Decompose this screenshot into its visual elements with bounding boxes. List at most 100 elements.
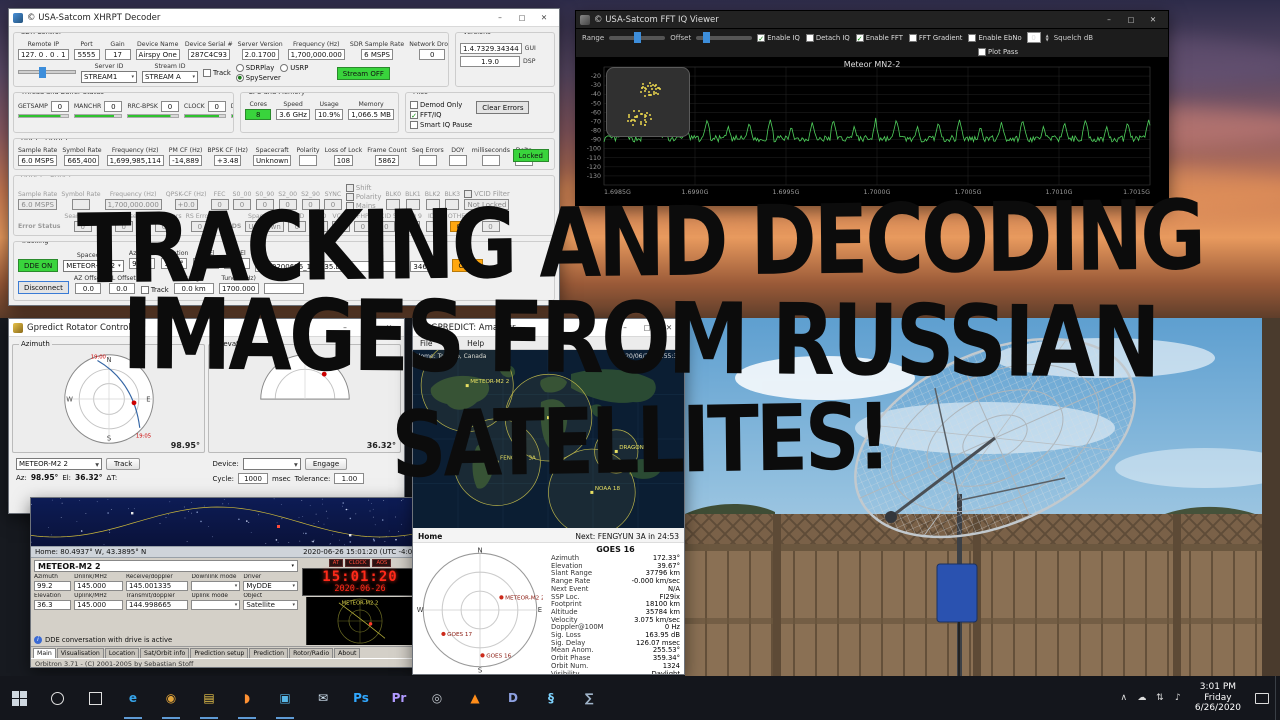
polar-satellite-marker[interactable] [441, 631, 446, 637]
field-value[interactable]: 287C4C93 [187, 49, 230, 60]
satellite-marker[interactable] [465, 384, 469, 388]
field-value[interactable]: 127. 0 . 0 . 1 [18, 49, 69, 60]
engage-button[interactable]: Engage [304, 458, 348, 470]
field-value[interactable]: 0 [419, 49, 446, 60]
orbitron-tab[interactable]: Main [33, 648, 56, 658]
close-button[interactable]: ✕ [378, 320, 400, 336]
el-offset-input[interactable]: 0.0 [108, 283, 135, 294]
dde-button[interactable]: DDE ON [18, 259, 59, 272]
orbitron-tab[interactable]: Location [104, 648, 140, 658]
taskbar-app-edge[interactable]: e [114, 676, 152, 720]
disconnect-button[interactable]: Disconnect [18, 281, 69, 294]
orbitron-tab[interactable]: Visualisation [56, 648, 104, 658]
device-select[interactable]: ▾ [242, 458, 301, 470]
task-view-icon[interactable] [76, 676, 114, 720]
sdr-type-radio[interactable]: ● SpyServer [235, 74, 281, 82]
orbitron-tab[interactable]: Sat/Orbit info [140, 648, 190, 658]
offset-slider[interactable] [696, 31, 753, 43]
track-button[interactable]: Track [106, 458, 141, 470]
orbitron-sat-select[interactable]: METEOR-M2 2 ▾ [34, 560, 298, 572]
ahrpt-checkbox[interactable]: Mains [345, 202, 381, 210]
close-button[interactable]: ✕ [1142, 12, 1164, 28]
taskbar-app-chrome[interactable]: ◉ [152, 676, 190, 720]
field-value[interactable]: 17 [104, 49, 131, 60]
taskbar-app-obs[interactable]: ◎ [418, 676, 456, 720]
polar-satellite-marker[interactable] [480, 653, 485, 658]
taskbar-clock[interactable]: 3:01 PM Friday 6/26/2020 [1187, 682, 1249, 714]
field-value[interactable]: 145.000 [74, 600, 123, 610]
orbitron-tab[interactable]: Rotor/Radio [289, 648, 334, 658]
minimize-button[interactable]: – [614, 320, 636, 336]
field-value[interactable]: 1,700,000.000 [287, 49, 345, 60]
taskbar-app-firefox[interactable]: ◗ [228, 676, 266, 720]
server-id-select[interactable]: STREAM1 ▾ [81, 71, 137, 83]
decoder-titlebar[interactable]: © USA-Satcom XHRPT Decoder – ▢ ✕ [9, 9, 559, 27]
field-value[interactable] [191, 581, 241, 591]
stream-id-select[interactable]: STREAM A ▾ [142, 71, 198, 83]
taskbar-app-mail[interactable]: ✉ [304, 676, 342, 720]
field-value[interactable]: 145.001335 [125, 581, 189, 591]
field-value[interactable]: 36.3 [34, 600, 72, 610]
clear-errors-button[interactable]: Clear Errors [476, 101, 530, 114]
spinner-arrows[interactable]: ▲ ▼ [1046, 33, 1049, 42]
taskbar-app-vlc[interactable]: ▲ [456, 676, 494, 720]
misc-checkbox[interactable]: Demod Only [410, 101, 472, 109]
taskbar-app-photos[interactable]: ▣ [266, 676, 304, 720]
fft-option-checkbox[interactable]: Detach IQ [805, 33, 850, 42]
orbitron-tab[interactable]: Prediction setup [190, 648, 249, 658]
field-value[interactable]: 99.2 [34, 581, 72, 591]
tray-icon-onedrive[interactable]: ☁ [1133, 693, 1151, 703]
misc-checkbox[interactable]: Smart IQ Pause [410, 121, 472, 129]
tray-icon-volume[interactable]: ♪ [1169, 693, 1187, 703]
tray-icon-network[interactable]: ⇅ [1151, 693, 1169, 703]
field-value[interactable]: 145.000 [74, 581, 123, 591]
taskbar-app-calculator[interactable]: ∑ [570, 676, 608, 720]
menu-item[interactable]: Edit [439, 339, 462, 348]
taskbar-app-sdrsharp[interactable]: § [532, 676, 570, 720]
minimize-button[interactable]: – [1098, 12, 1120, 28]
range-slider[interactable] [609, 31, 666, 43]
orbitron-tab[interactable]: Prediction [249, 648, 289, 658]
minimize-button[interactable]: – [334, 320, 356, 336]
show-desktop-button[interactable] [1275, 676, 1280, 720]
open-button[interactable]: Open [452, 259, 484, 272]
sdr-type-radio[interactable]: USRP [280, 64, 308, 72]
field-value[interactable]: Satellite [243, 600, 299, 610]
close-button[interactable]: ✕ [533, 10, 555, 26]
field-value[interactable]: MyDDE [243, 581, 299, 591]
fft-option-checkbox[interactable]: Enable EbNo [968, 33, 1022, 42]
clock-mode-button[interactable]: AT [328, 559, 344, 567]
sdr-type-radio[interactable]: SDRPlay [235, 64, 274, 72]
satellite-marker[interactable] [495, 460, 499, 464]
stream-button[interactable]: Stream OFF [336, 66, 390, 80]
field-value[interactable]: 2.0.1700 [241, 49, 279, 60]
clock-mode-button[interactable]: AOS [372, 559, 392, 567]
gpredict-titlebar[interactable]: GPREDICT: Amateur – ▢ ✕ [413, 319, 684, 337]
taskbar-app-file-explorer[interactable]: ▤ [190, 676, 228, 720]
track-checkbox[interactable]: Track [203, 69, 231, 77]
action-center-icon[interactable] [1249, 676, 1275, 720]
orbitron-tab[interactable]: About [334, 648, 361, 658]
az-offset-input[interactable]: 0.0 [75, 283, 102, 294]
search-icon[interactable] [38, 676, 76, 720]
fft-option-checkbox[interactable]: FFT Gradient [908, 33, 962, 42]
maximize-button[interactable]: ▢ [636, 320, 658, 336]
squelch-input[interactable]: 0 [1026, 32, 1041, 43]
misc-checkbox[interactable]: ✓ FFT/IQ [410, 111, 472, 120]
satellite-marker[interactable] [547, 416, 550, 420]
rotator-sat-select[interactable]: METEOR-M2 2 ▾ [16, 458, 102, 470]
field-value[interactable]: 5555 [73, 49, 100, 60]
fft-titlebar[interactable]: © USA-Satcom FFT IQ Viewer – ▢ ✕ [576, 11, 1168, 29]
menu-item[interactable]: File [416, 339, 437, 348]
tray-icon-chevron-up[interactable]: ∧ [1115, 693, 1133, 703]
tune-input[interactable]: 1700.000 [218, 283, 259, 294]
fft-option-checkbox[interactable]: ✓ Enable IQ [757, 33, 800, 43]
cycle-input[interactable]: 1000 [238, 473, 268, 484]
close-button[interactable]: ✕ [658, 320, 680, 336]
satellite-marker[interactable] [614, 449, 618, 453]
plot-pass-checkbox[interactable]: Plot Pass [977, 47, 1018, 56]
clock-mode-button[interactable]: CLOCK [345, 559, 371, 567]
field-value[interactable]: Airspy One [135, 49, 180, 60]
field-value[interactable]: 6 MSPS [361, 49, 393, 60]
polar-satellite-marker[interactable] [499, 595, 504, 600]
